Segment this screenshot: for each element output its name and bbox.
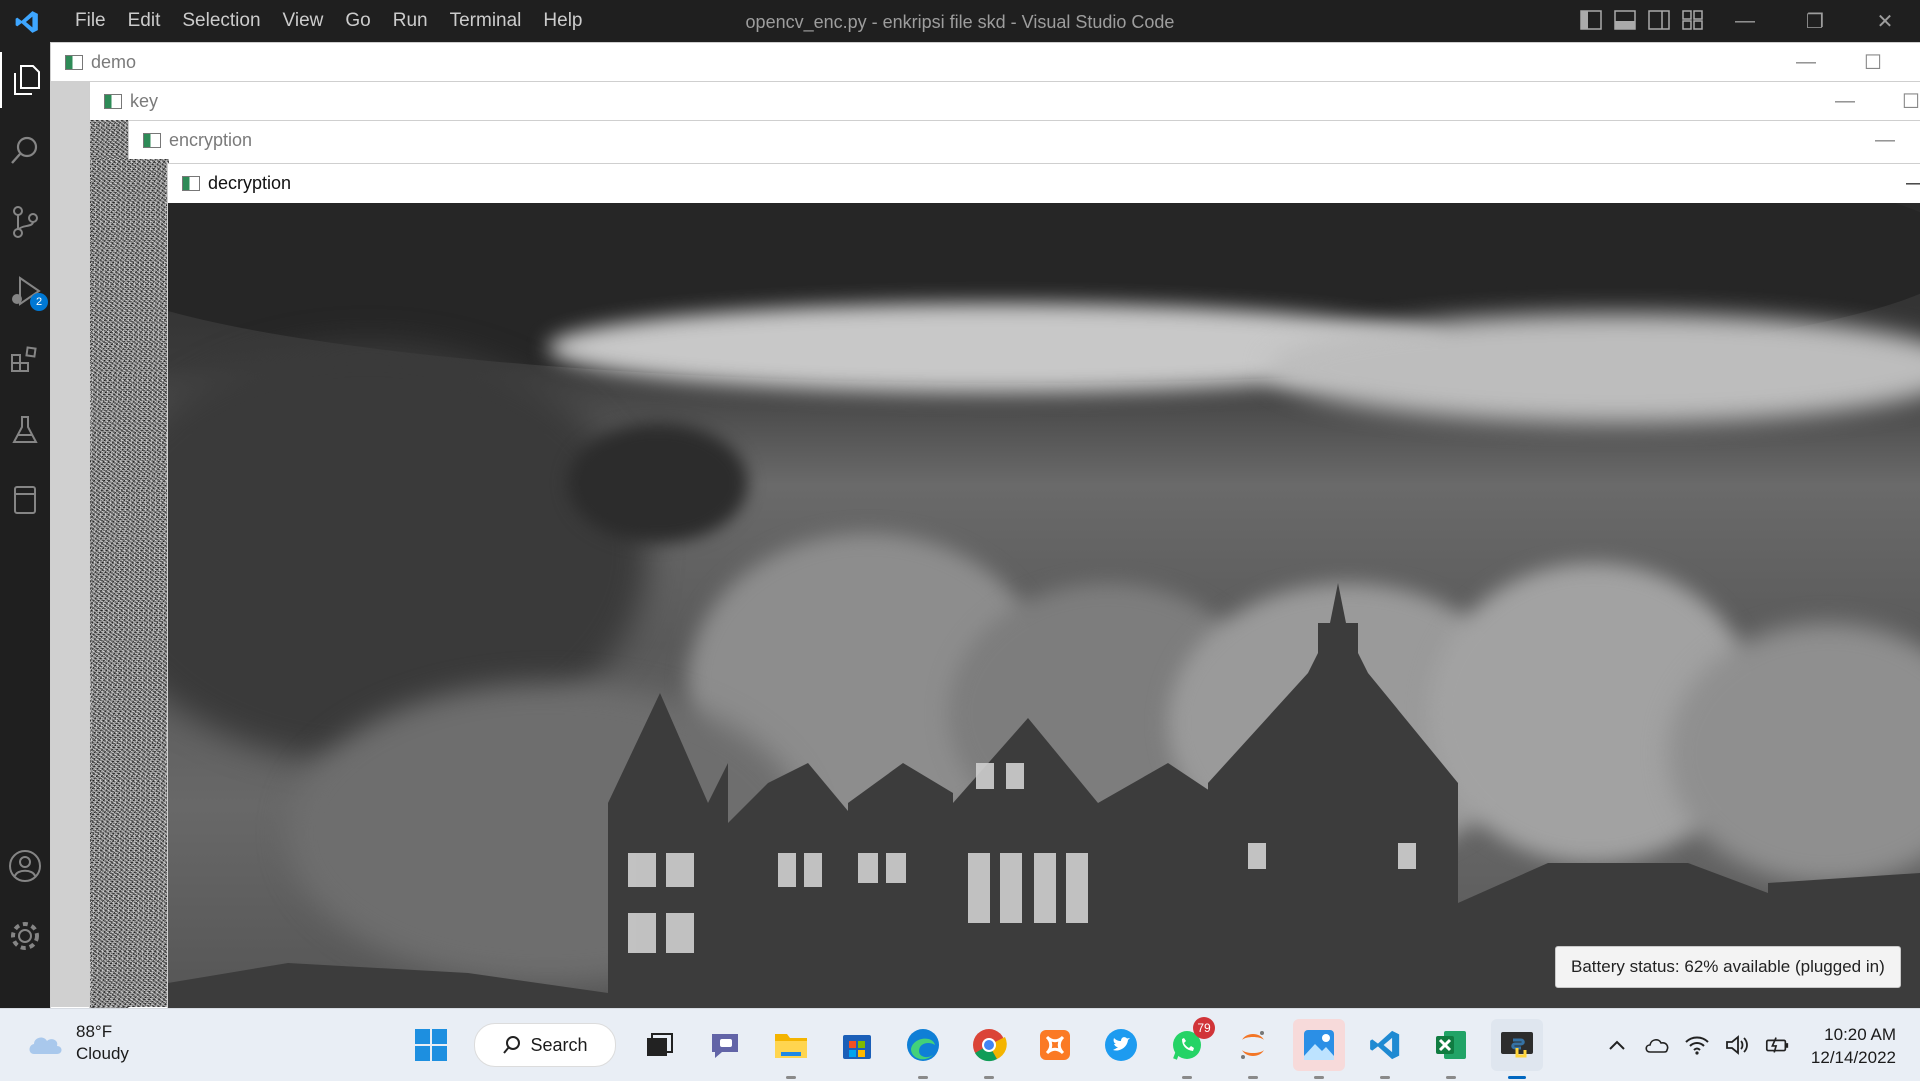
customize-layout-icon[interactable]	[1682, 10, 1704, 30]
taskbar-apps: Search 79	[398, 1009, 1550, 1081]
key-title: key	[130, 90, 159, 111]
edge-icon[interactable]	[897, 1019, 949, 1079]
source-control-icon[interactable]	[0, 194, 50, 250]
taskbar-search-button[interactable]: Search	[474, 1023, 616, 1067]
search-icon[interactable]	[0, 122, 50, 178]
menu-help[interactable]: Help	[532, 0, 593, 42]
photos-icon[interactable]	[1293, 1019, 1345, 1079]
taskbar-clock[interactable]: 10:20 AM 12/14/2022	[1811, 1023, 1896, 1069]
testing-icon[interactable]	[0, 402, 50, 458]
demo-maximize-button[interactable]: ☐	[1864, 43, 1882, 81]
twitter-icon[interactable]	[1095, 1019, 1147, 1071]
decryption-minimize-button[interactable]: —	[1906, 164, 1920, 202]
encryption-titlebar[interactable]: encryption	[129, 121, 1920, 159]
decryption-title: decryption	[208, 172, 292, 193]
close-button[interactable]: ✕	[1850, 0, 1920, 42]
rooftops-illustration	[168, 583, 1920, 1008]
menu-bar: File Edit Selection View Go Run Terminal…	[64, 0, 594, 42]
run-and-debug-icon[interactable]: 2	[0, 264, 50, 320]
vscode-logo-icon	[15, 11, 38, 33]
layout-controls	[1580, 10, 1704, 30]
battery-status-tooltip: Battery status: 62% available (plugged i…	[1555, 946, 1901, 988]
key-minimize-button[interactable]: —	[1835, 82, 1855, 120]
search-magnifier-icon	[503, 1036, 521, 1054]
cloudy-weather-icon	[29, 1037, 62, 1054]
manage-gear-icon[interactable]	[0, 908, 50, 964]
key-maximize-button[interactable]: ☐	[1902, 82, 1920, 120]
accounts-icon[interactable]	[0, 838, 50, 894]
whatsapp-notification-badge: 79	[1193, 1017, 1215, 1039]
excel-icon[interactable]	[1425, 1019, 1477, 1079]
microsoft-store-icon[interactable]	[831, 1019, 883, 1071]
weather-widget[interactable]: 88°F Cloudy	[26, 1021, 129, 1065]
wifi-icon[interactable]	[1684, 1032, 1710, 1058]
demo-titlebar[interactable]: demo	[51, 43, 1920, 81]
menu-run[interactable]: Run	[382, 0, 439, 42]
opencv-app-icon	[143, 132, 161, 148]
demo-title: demo	[91, 51, 137, 72]
clock-date: 12/14/2022	[1810, 1048, 1896, 1067]
activity-bar: 2	[0, 42, 52, 1050]
opencv-app-icon	[182, 175, 200, 191]
teams-chat-icon[interactable]	[699, 1019, 751, 1071]
menu-selection[interactable]: Selection	[171, 0, 271, 42]
opencv-app-icon	[65, 54, 83, 70]
decrypted-image	[168, 203, 1920, 1008]
system-tray	[1604, 1009, 1790, 1081]
onedrive-cloud-icon[interactable]	[1644, 1032, 1670, 1058]
notebook-icon[interactable]	[0, 472, 50, 528]
show-hidden-icons-chevron-icon[interactable]	[1604, 1032, 1630, 1058]
window-controls: — ❐ ✕	[1710, 0, 1920, 42]
whatsapp-icon[interactable]: 79	[1161, 1017, 1215, 1079]
encryption-noise-image	[91, 159, 169, 1007]
toggle-primary-sidebar-icon[interactable]	[1580, 10, 1602, 30]
restore-button[interactable]: ❐	[1780, 0, 1850, 42]
python-icon[interactable]	[1491, 1019, 1543, 1079]
extensions-icon[interactable]	[0, 332, 50, 388]
task-view-icon[interactable]	[633, 1019, 685, 1071]
chrome-icon[interactable]	[963, 1019, 1015, 1079]
start-icon[interactable]	[405, 1019, 457, 1071]
clock-time: 10:20 AM	[1824, 1025, 1896, 1044]
xampp-icon[interactable]	[1029, 1019, 1081, 1071]
volume-icon[interactable]	[1724, 1032, 1750, 1058]
explorer-icon[interactable]	[0, 52, 52, 108]
weather-condition: Cloudy	[76, 1044, 129, 1063]
encryption-title: encryption	[169, 129, 253, 150]
taskbar-search-label: Search	[530, 1034, 588, 1055]
debug-badge: 2	[30, 293, 48, 311]
file-explorer-icon[interactable]	[765, 1019, 817, 1079]
key-titlebar[interactable]: key	[90, 82, 1920, 120]
weather-temperature: 88°F	[76, 1022, 113, 1041]
vscode-titlebar: File Edit Selection View Go Run Terminal…	[0, 0, 1920, 42]
jupyter-icon[interactable]	[1227, 1019, 1279, 1079]
vscode-icon[interactable]	[1359, 1019, 1411, 1079]
menu-go[interactable]: Go	[334, 0, 381, 42]
encryption-minimize-button[interactable]: —	[1875, 121, 1895, 159]
menu-terminal[interactable]: Terminal	[439, 0, 533, 42]
decryption-titlebar[interactable]: decryption	[168, 164, 1920, 202]
toggle-panel-icon[interactable]	[1614, 10, 1636, 30]
battery-charging-icon[interactable]	[1764, 1032, 1790, 1058]
demo-minimize-button[interactable]: —	[1796, 43, 1816, 81]
opencv-app-icon	[104, 93, 122, 109]
minimize-button[interactable]: —	[1710, 0, 1780, 42]
demo-image	[51, 81, 91, 1007]
menu-view[interactable]: View	[272, 0, 335, 42]
toggle-secondary-sidebar-icon[interactable]	[1648, 10, 1670, 30]
taskbar: 88°F Cloudy Search 79 10:20 AM 12/14/202…	[0, 1008, 1920, 1081]
menu-edit[interactable]: Edit	[117, 0, 172, 42]
menu-file[interactable]: File	[64, 0, 117, 42]
